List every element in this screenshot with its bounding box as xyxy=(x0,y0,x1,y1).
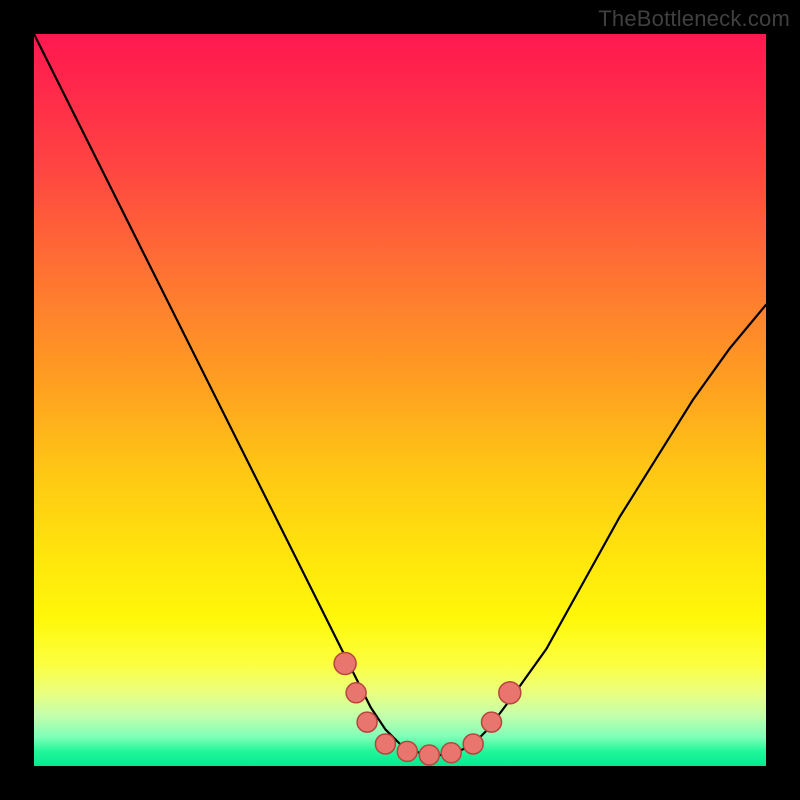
chart-marker xyxy=(346,683,366,703)
chart-marker xyxy=(419,745,439,765)
chart-frame: TheBottleneck.com xyxy=(0,0,800,800)
watermark-label: TheBottleneck.com xyxy=(598,6,790,32)
chart-curve xyxy=(34,34,766,755)
chart-marker xyxy=(357,712,377,732)
chart-marker xyxy=(463,734,483,754)
chart-svg xyxy=(34,34,766,766)
chart-plot-area xyxy=(34,34,766,766)
chart-marker xyxy=(441,743,461,763)
chart-marker xyxy=(499,682,521,704)
chart-marker xyxy=(397,741,417,761)
chart-marker xyxy=(334,653,356,675)
chart-marker xyxy=(482,712,502,732)
chart-marker xyxy=(375,734,395,754)
chart-markers xyxy=(334,653,521,766)
